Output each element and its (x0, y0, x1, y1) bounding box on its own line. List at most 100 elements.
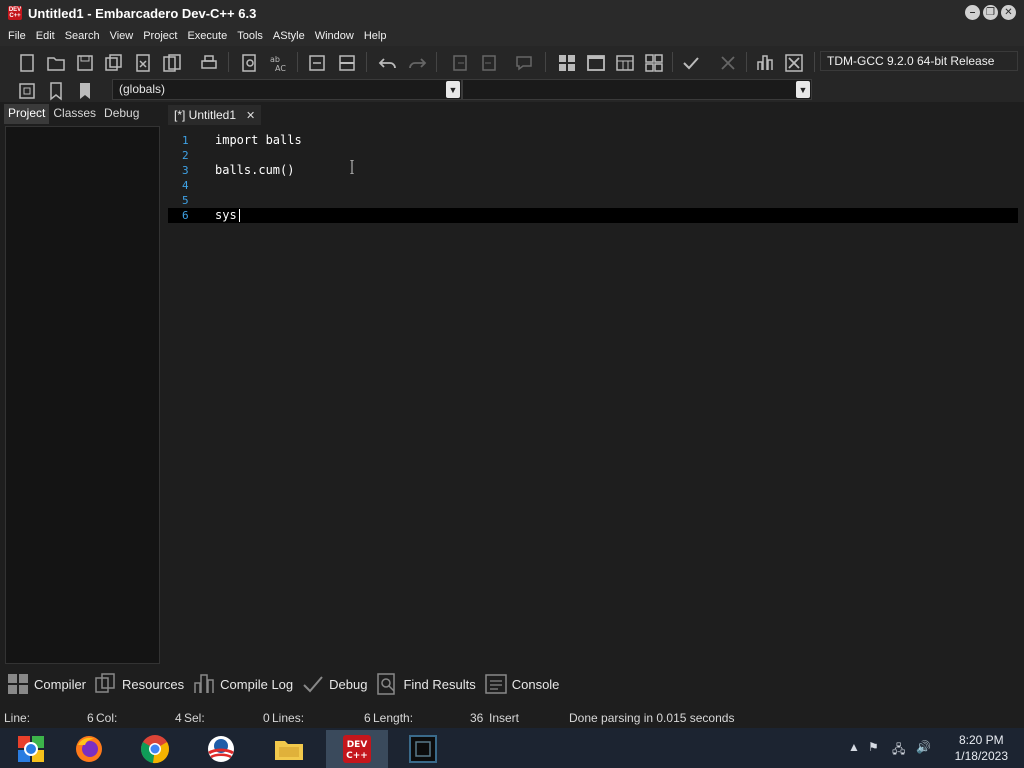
scope-combo[interactable]: (globals) ▼ (112, 79, 462, 100)
minimize-button[interactable]: – (965, 5, 980, 20)
save-icon[interactable] (73, 51, 97, 75)
obama-logo-icon (208, 736, 234, 762)
tab-console-label: Console (511, 676, 560, 692)
devcpp-app-icon[interactable]: DEV C++ (8, 6, 22, 20)
menu-help[interactable]: Help (359, 30, 392, 42)
menu-project[interactable]: Project (138, 30, 182, 42)
tab-debug-label: Debug (329, 676, 368, 692)
console-window-icon (409, 735, 437, 763)
syntax-check-icon[interactable] (679, 51, 703, 75)
compile-icon[interactable] (555, 51, 579, 75)
firefox-icon (76, 736, 102, 762)
find-results-icon (377, 673, 396, 695)
taskbar-chrome[interactable] (124, 730, 186, 768)
stop-execution-icon[interactable] (716, 51, 740, 75)
taskbar-devcpp[interactable]: DEV C++ (326, 730, 388, 768)
menu-window[interactable]: Window (310, 30, 359, 42)
tab-resources[interactable]: Resources (94, 672, 184, 696)
volume-icon[interactable]: 🔊 (916, 740, 931, 754)
status-lines-value: 6 (364, 711, 371, 725)
code-line: 4 (168, 178, 1018, 193)
taskbar-console-window[interactable] (392, 730, 454, 768)
run-icon[interactable] (584, 51, 608, 75)
compile-log-icon (194, 674, 214, 693)
tab-debug[interactable]: Debug (100, 104, 143, 124)
indent-icon[interactable] (448, 51, 472, 75)
toggle-bookmark-icon[interactable] (44, 79, 68, 103)
text-caret (239, 209, 240, 222)
delete-profile-icon[interactable] (782, 51, 806, 75)
tab-project[interactable]: Project (4, 104, 50, 124)
close-all-icon[interactable] (160, 51, 184, 75)
goto-bookmark-icon[interactable] (73, 79, 97, 103)
compile-run-icon[interactable] (613, 51, 637, 75)
status-length-label: Length: (373, 711, 414, 725)
code-editor[interactable]: 1 import balls 2 3 balls.cum() 4 5 6 sys (168, 127, 1020, 664)
new-file-icon[interactable] (15, 51, 39, 75)
line-number: 2 (182, 149, 189, 162)
chevron-down-icon[interactable]: ▼ (796, 81, 810, 98)
replace-icon[interactable]: ab AC (267, 51, 291, 75)
undo-icon[interactable] (376, 51, 400, 75)
open-folder-icon[interactable] (44, 51, 68, 75)
menu-execute[interactable]: Execute (182, 30, 232, 42)
taskbar-obama-app[interactable] (190, 730, 252, 768)
menu-astyle[interactable]: AStyle (268, 30, 310, 42)
compiler-set-select[interactable]: TDM-GCC 9.2.0 64-bit Release (820, 51, 1018, 71)
svg-text:C++: C++ (346, 751, 368, 761)
tab-console[interactable]: Console (484, 672, 560, 696)
taskbar-file-explorer[interactable] (258, 730, 320, 768)
redo-icon[interactable] (405, 51, 429, 75)
tab-classes[interactable]: Classes (49, 104, 100, 124)
insert-icon[interactable] (15, 79, 39, 103)
profile-icon[interactable] (753, 51, 777, 75)
tab-find-results[interactable]: Find Results (375, 672, 476, 696)
menu-bar: File Edit Search View Project Execute To… (0, 26, 1024, 46)
action-center-flag-icon[interactable]: ⚑ (868, 740, 879, 754)
editor-tab-untitled1[interactable]: [*] Untitled1 ✕ (168, 105, 262, 125)
left-panel-tabs: Project Classes Debug (4, 104, 143, 124)
code-line: 3 balls.cum() (168, 163, 1018, 178)
start-button[interactable] (0, 730, 62, 768)
resources-icon (95, 673, 115, 693)
line-number: 5 (182, 194, 189, 207)
tab-compiler[interactable]: Compiler (6, 672, 86, 696)
line-number: 4 (182, 179, 189, 192)
chevron-down-icon[interactable]: ▼ (446, 81, 460, 98)
title-bar: DEV C++ Untitled1 - Embarcadero Dev-C++ … (0, 0, 1024, 26)
menu-search[interactable]: Search (60, 30, 105, 42)
tab-debug-bottom[interactable]: Debug (301, 672, 367, 696)
start-orb-icon (18, 736, 44, 762)
svg-text:AC: AC (275, 64, 286, 73)
project-browser[interactable] (5, 126, 160, 664)
menu-view[interactable]: View (105, 30, 139, 42)
comment-icon[interactable] (512, 51, 536, 75)
menu-tools[interactable]: Tools (232, 30, 268, 42)
save-all-icon[interactable] (102, 51, 126, 75)
unindent-icon[interactable] (477, 51, 501, 75)
status-lines-label: Lines: (272, 711, 305, 725)
menu-file[interactable]: File (3, 30, 31, 42)
close-file-icon[interactable] (131, 51, 155, 75)
console-icon (484, 674, 507, 694)
taskbar-clock[interactable]: 8:20 PM 1/18/2023 (955, 732, 1008, 764)
svg-text:ab: ab (270, 55, 280, 64)
function-combo[interactable]: ▼ (462, 79, 812, 100)
tab-compile-log[interactable]: Compile Log (192, 672, 293, 696)
print-icon[interactable] (197, 51, 221, 75)
goto-line-icon[interactable] (305, 51, 329, 75)
taskbar-firefox[interactable] (58, 730, 120, 768)
close-icon[interactable]: ✕ (246, 109, 255, 122)
toggle-split-icon[interactable] (335, 51, 359, 75)
network-icon[interactable]: 🖧 (892, 740, 905, 761)
show-hidden-icons-icon[interactable]: ▲ (848, 740, 860, 754)
find-icon[interactable] (238, 51, 262, 75)
status-insert-mode: Insert (489, 711, 520, 725)
code-line: 2 (168, 148, 1018, 163)
status-col-value: 4 (175, 711, 182, 725)
close-button[interactable]: ✕ (1001, 5, 1016, 20)
rebuild-all-icon[interactable] (642, 51, 666, 75)
restore-button[interactable]: ❐ (983, 5, 998, 20)
status-sel-value: 0 (263, 711, 270, 725)
menu-edit[interactable]: Edit (31, 30, 60, 42)
